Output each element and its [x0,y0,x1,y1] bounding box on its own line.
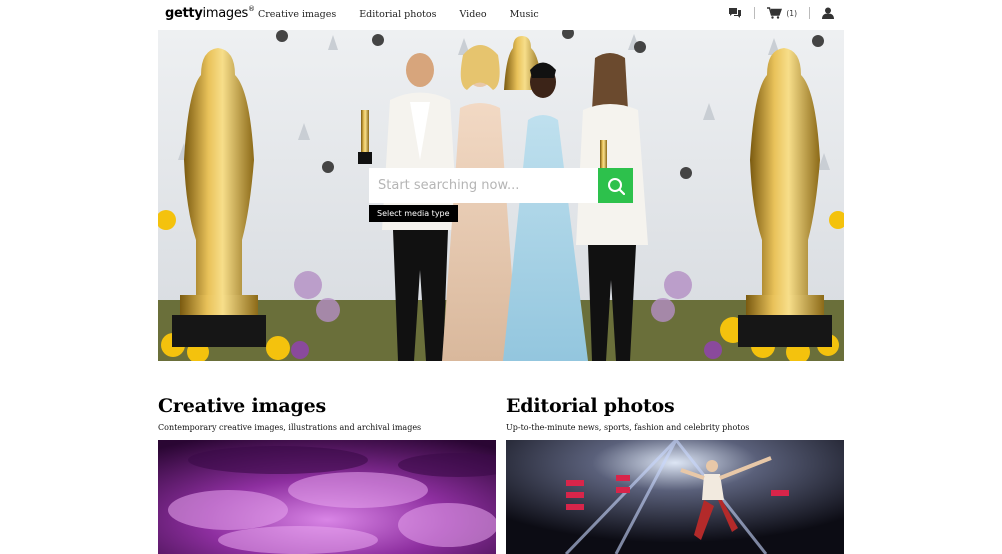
creative-images-subtitle: Contemporary creative images, illustrati… [158,423,422,432]
header-divider [809,7,810,19]
editorial-photos-subtitle: Up-to-the-minute news, sports, fashion a… [506,423,750,432]
header-icons: (1) [728,7,834,19]
creative-images-section: Creative images Contemporary creative im… [158,394,496,432]
search-button[interactable] [598,168,633,203]
cart-count: (1) [786,8,797,18]
cart-button[interactable]: (1) [767,7,797,19]
editorial-photos-title[interactable]: Editorial photos [506,394,844,418]
search-icon [607,177,625,195]
purple-smoke-image [158,440,496,554]
cart-icon [767,7,783,19]
nav-creative-images[interactable]: Creative images [258,9,336,20]
nav-video[interactable]: Video [459,9,486,20]
main-nav: Creative images Editorial photos Video M… [258,9,562,20]
creative-images-thumbnail[interactable] [158,440,496,554]
nav-music[interactable]: Music [510,9,539,20]
chat-icon[interactable] [728,7,742,19]
header-divider [754,7,756,19]
search-input[interactable] [369,168,598,203]
user-icon[interactable] [822,7,834,19]
editorial-photos-section: Editorial photos Up-to-the-minute news, … [506,394,844,432]
select-media-type-button[interactable]: Select media type [369,205,458,222]
nav-editorial-photos[interactable]: Editorial photos [359,9,436,20]
editorial-photos-thumbnail[interactable] [506,440,844,554]
getty-images-logo[interactable]: gettyimages® [165,5,255,21]
hero-search [369,168,633,203]
concert-image [506,440,844,554]
hero-banner: Select media type [158,30,844,361]
creative-images-title[interactable]: Creative images [158,394,496,418]
top-header: gettyimages® Creative images Editorial p… [0,0,1002,30]
